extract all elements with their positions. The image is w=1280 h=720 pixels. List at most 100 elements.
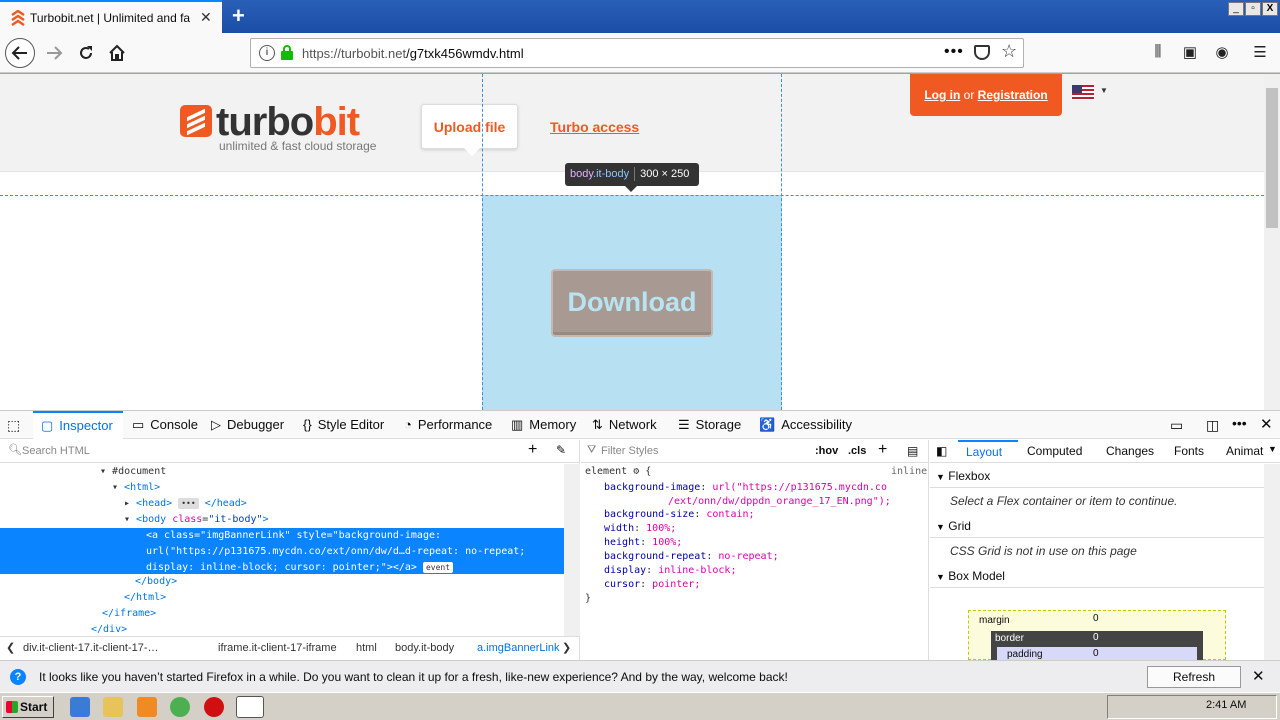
- bookmark-star-icon[interactable]: ☆: [1001, 41, 1017, 62]
- us-flag-icon[interactable]: [1072, 85, 1094, 100]
- tab-storage[interactable]: ☰ Storage: [678, 411, 741, 439]
- download-button[interactable]: Download: [551, 269, 713, 337]
- markup-node[interactable]: </html>: [0, 590, 564, 606]
- markup-node[interactable]: ▸ <head> ••• </head>: [0, 496, 564, 512]
- selected-markup-node[interactable]: <a class="imgBannerLink" style="backgrou…: [0, 528, 564, 544]
- turbo-access-link[interactable]: Turbo access: [550, 119, 639, 135]
- site-info-icon[interactable]: i: [259, 45, 275, 61]
- breadcrumb-item[interactable]: html: [356, 637, 377, 660]
- markup-node[interactable]: ▾ <body class="it-body">: [0, 512, 564, 528]
- tab-accessibility[interactable]: ♿ Accessibility: [759, 411, 852, 439]
- tab-performance[interactable]: ◔ Performance: [404, 411, 492, 439]
- markup-node[interactable]: </body>: [0, 574, 564, 590]
- library-icon[interactable]: ⫼: [1148, 43, 1168, 63]
- breadcrumb-item[interactable]: body.it-body: [395, 637, 454, 660]
- sidebar-scrollbar[interactable]: [1264, 464, 1280, 660]
- tab-animations[interactable]: Animat: [1226, 440, 1263, 463]
- rule-declaration[interactable]: /ext/onn/dw/dppdn_orange_17_EN.png");: [668, 495, 891, 509]
- folder-icon[interactable]: [103, 697, 123, 717]
- rule-declaration[interactable]: background-repeat: no-repeat;: [604, 550, 779, 564]
- tabs-overflow-icon[interactable]: ▼: [1268, 444, 1277, 454]
- selected-markup-node[interactable]: display: inline-block; cursor: pointer;"…: [0, 560, 564, 574]
- refresh-firefox-button[interactable]: Refresh Firefox…: [1147, 666, 1241, 704]
- box-model-border-value[interactable]: 0: [1093, 632, 1099, 643]
- scrollbar-thumb[interactable]: [1266, 88, 1278, 228]
- pocket-icon[interactable]: [974, 45, 990, 60]
- internet-explorer-icon[interactable]: [70, 697, 90, 717]
- tab-memory[interactable]: ▥ Memory: [511, 411, 576, 439]
- responsive-design-icon[interactable]: ▭: [1170, 417, 1183, 434]
- breadcrumb-item[interactable]: iframe.it-client-17-iframe: [218, 637, 337, 660]
- opera-icon[interactable]: [204, 697, 224, 717]
- tab-close-icon[interactable]: ✕: [200, 9, 212, 26]
- add-rule-icon[interactable]: +: [878, 441, 887, 459]
- menu-icon[interactable]: ☰: [1250, 43, 1270, 63]
- url-text[interactable]: https://turbobit.net/g7txk456wmdv.html: [302, 46, 524, 61]
- box-model-padding-value[interactable]: 0: [1093, 648, 1099, 659]
- start-button[interactable]: Start: [2, 696, 54, 718]
- home-button[interactable]: [103, 39, 131, 67]
- box-model-section-header[interactable]: ▼ Box Model: [930, 564, 1264, 588]
- print-media-icon[interactable]: ▤: [907, 444, 918, 458]
- breadcrumb-item[interactable]: a.imgBannerLink: [477, 637, 560, 660]
- media-player-icon[interactable]: [137, 697, 157, 717]
- tab-inspector[interactable]: ▢ Inspector: [33, 411, 123, 439]
- tab-style-editor[interactable]: {} Style Editor: [303, 411, 384, 439]
- minimize-button[interactable]: _: [1228, 2, 1244, 16]
- rule-declaration[interactable]: height: 100%;: [604, 536, 682, 550]
- breadcrumb-forward-icon[interactable]: ❯: [562, 637, 571, 660]
- firefox-taskbar-button[interactable]: [236, 696, 264, 718]
- search-html-input[interactable]: Search HTML: [22, 445, 90, 457]
- clock[interactable]: 2:41 AM: [1206, 699, 1246, 711]
- tab-computed[interactable]: Computed: [1027, 440, 1082, 463]
- breadcrumb-item[interactable]: div.it-client-17.it-client-17-…: [23, 637, 159, 660]
- event-badge[interactable]: event: [422, 562, 454, 573]
- close-notification-icon[interactable]: ✕: [1252, 667, 1265, 685]
- rule-declaration[interactable]: background-image: url("https://p131675.m…: [604, 481, 887, 495]
- reload-button[interactable]: [72, 39, 100, 67]
- box-model-margin-value[interactable]: 0: [1093, 613, 1099, 624]
- sidebar-icon[interactable]: ▣: [1180, 43, 1200, 63]
- markup-node[interactable]: </iframe>: [0, 606, 564, 622]
- new-tab-button[interactable]: +: [232, 3, 245, 29]
- element-picker-icon[interactable]: ⬚: [7, 417, 20, 434]
- rule-selector[interactable]: element ⚙ {: [585, 465, 651, 479]
- grid-section-header[interactable]: ▼ Grid: [930, 514, 1264, 538]
- hov-toggle[interactable]: :hov: [815, 445, 838, 457]
- breadcrumb-back-icon[interactable]: ❮: [6, 637, 15, 660]
- back-button[interactable]: [5, 38, 35, 68]
- maximize-button[interactable]: ▫: [1245, 2, 1261, 16]
- forward-button[interactable]: [40, 39, 68, 67]
- filter-styles-input[interactable]: Filter Styles: [601, 445, 658, 457]
- url-bar[interactable]: i https://turbobit.net/g7txk456wmdv.html…: [250, 38, 1024, 68]
- browser-tab[interactable]: Turbobit.net | Unlimited and fast file ✕: [0, 0, 222, 33]
- turbobit-logo-icon[interactable]: [180, 105, 212, 137]
- tab-console[interactable]: ▭ Console: [132, 411, 198, 439]
- registration-link[interactable]: Registration: [978, 88, 1048, 102]
- lock-icon[interactable]: [281, 45, 293, 61]
- markup-node[interactable]: ▾ <html>: [0, 480, 564, 496]
- cls-toggle[interactable]: .cls: [848, 445, 866, 457]
- dock-icon[interactable]: ◫: [1206, 417, 1219, 434]
- markup-node[interactable]: </div>: [0, 622, 564, 636]
- chrome-icon[interactable]: [170, 697, 190, 717]
- rule-declaration[interactable]: display: inline-block;: [604, 564, 736, 578]
- tab-network[interactable]: ⇅ Network: [592, 411, 657, 439]
- flexbox-section-header[interactable]: ▼ Flexbox: [930, 464, 1264, 488]
- add-node-icon[interactable]: +: [528, 441, 537, 459]
- toggle-pane-icon[interactable]: ◧: [936, 444, 947, 458]
- language-dropdown-icon[interactable]: ▼: [1100, 86, 1108, 95]
- rule-declaration[interactable]: cursor: pointer;: [604, 578, 700, 592]
- selected-markup-node[interactable]: url("https://p131675.mycdn.co/ext/onn/dw…: [0, 544, 564, 560]
- markup-node[interactable]: ▾ #document: [0, 464, 564, 480]
- markup-scrollbar[interactable]: [564, 464, 580, 636]
- page-actions-icon[interactable]: •••: [944, 43, 964, 61]
- tab-changes[interactable]: Changes: [1106, 440, 1154, 463]
- rule-declaration[interactable]: width: 100%;: [604, 522, 676, 536]
- close-devtools-icon[interactable]: ✕: [1260, 415, 1273, 433]
- more-options-icon[interactable]: •••: [1232, 415, 1247, 431]
- tab-fonts[interactable]: Fonts: [1174, 440, 1204, 463]
- upload-file-button[interactable]: Upload file: [421, 104, 518, 156]
- page-scrollbar[interactable]: [1264, 74, 1280, 410]
- rule-declaration[interactable]: background-size: contain;: [604, 508, 755, 522]
